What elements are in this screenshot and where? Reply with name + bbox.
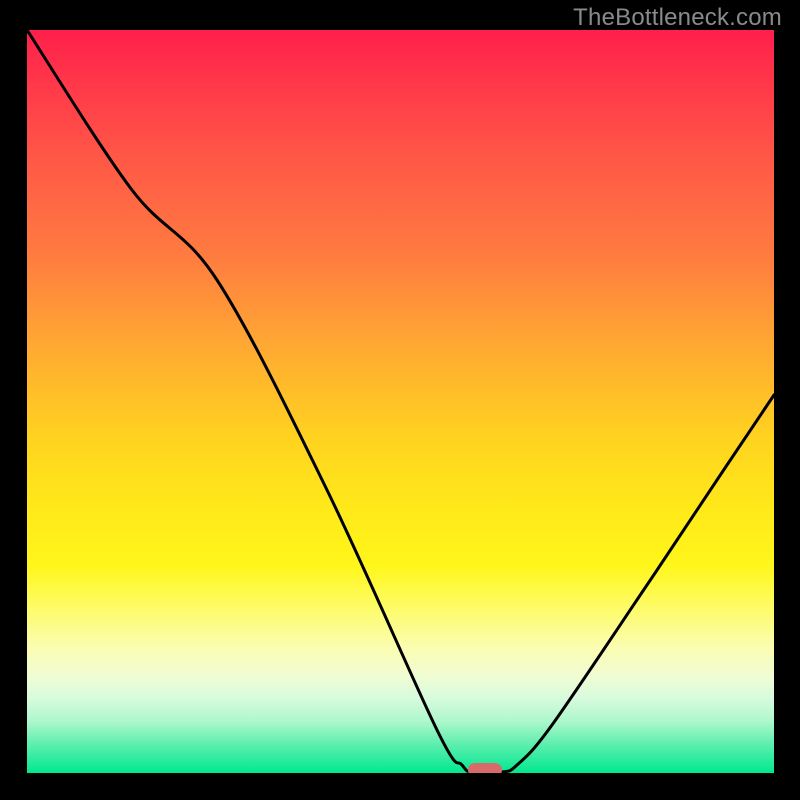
bottleneck-curve (27, 30, 774, 773)
plot-area (27, 30, 774, 773)
watermark-label: TheBottleneck.com (573, 4, 782, 32)
optimal-marker (468, 763, 502, 773)
chart-frame: TheBottleneck.com (0, 0, 800, 800)
